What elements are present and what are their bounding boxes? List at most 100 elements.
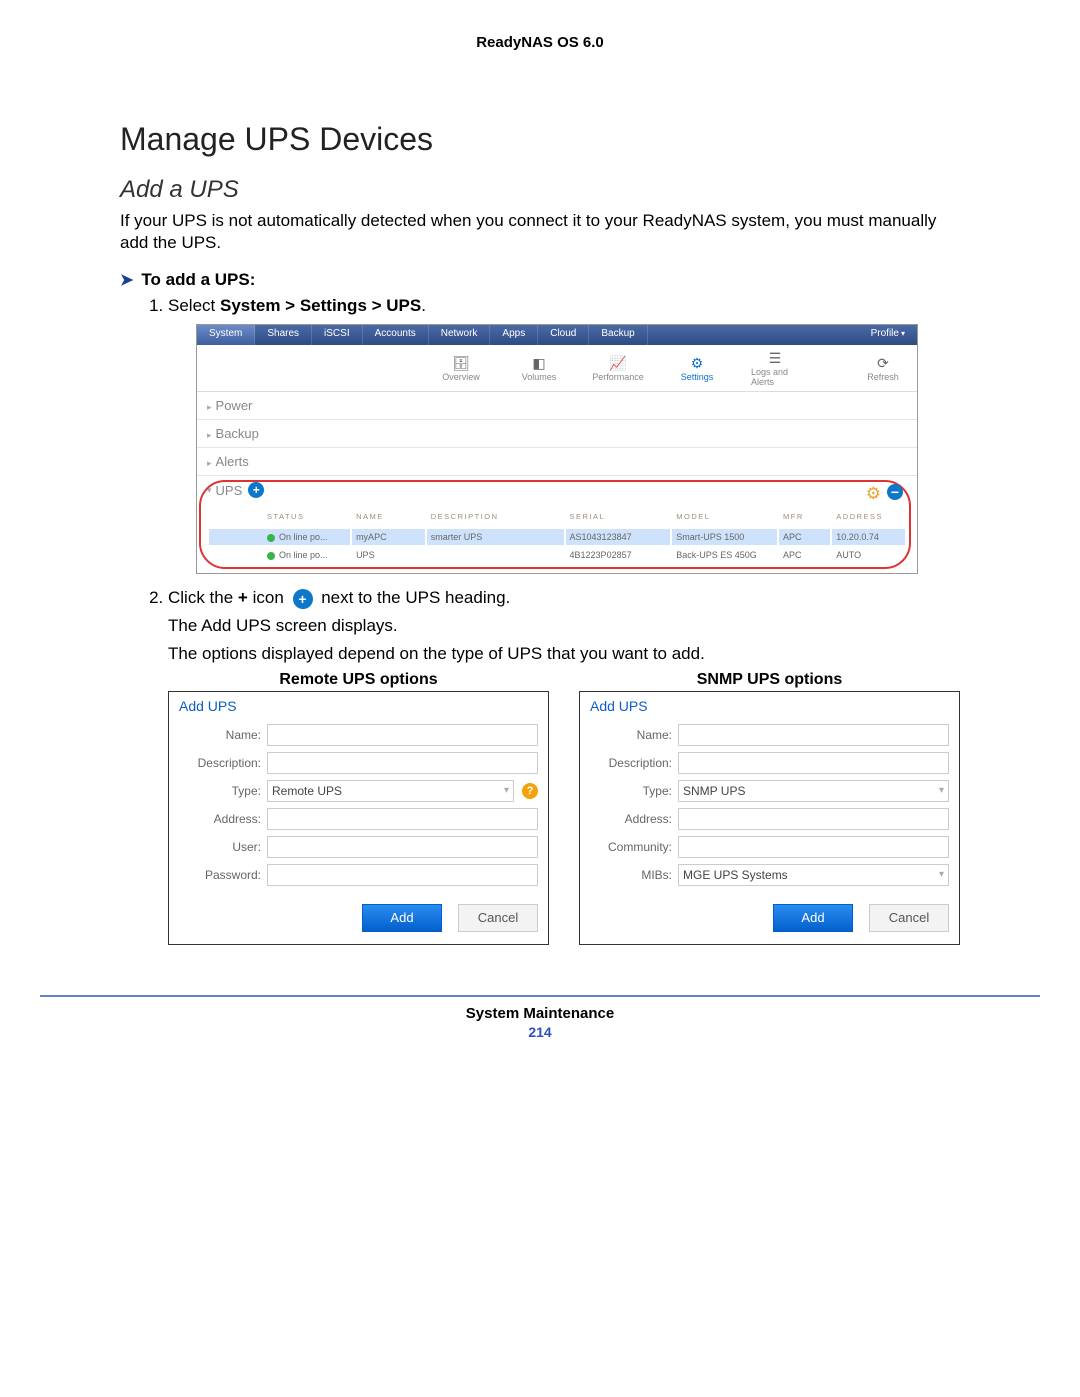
step2-d: next to the UPS heading. [317,588,511,607]
tab-network[interactable]: Network [429,325,491,345]
description-field[interactable] [267,752,538,774]
chevron-down-icon: ▾ [939,785,944,796]
step1-tail: . [421,296,426,315]
plus-icon: + [293,589,313,609]
name-field[interactable] [267,724,538,746]
profile-label: Profile [871,328,899,339]
type-select[interactable]: SNMP UPS ▾ [678,780,949,802]
iconbar-performance[interactable]: 📈Performance [593,354,643,382]
type-value: Remote UPS [272,784,342,798]
step2-a: Click the [168,588,238,607]
table-row[interactable]: On line po... myAPC smarter UPS AS104312… [209,529,905,545]
label-password: Password: [179,868,267,882]
label-type: Type: [179,784,267,798]
type-value: SNMP UPS [683,784,745,798]
cell-status: On line po... [279,550,328,560]
iconbar-volumes-label: Volumes [522,372,557,382]
ups-table: Status Name Description Serial Model Mfr… [207,508,907,565]
cancel-button[interactable]: Cancel [458,904,538,932]
tab-accounts[interactable]: Accounts [363,325,429,345]
section-power-label: Power [216,398,253,413]
iconbar-overview[interactable]: 🗄Overview [437,354,485,382]
ups-settings-icon[interactable]: ⚙ [866,484,881,504]
footer-page-number: 214 [40,1024,1040,1040]
step2-line2: The Add UPS screen displays. [168,615,960,637]
th-serial: Serial [566,510,671,527]
label-mibs: MIBs: [590,868,678,882]
cell-addr: 10.20.0.74 [832,529,905,545]
chevron-down-icon: ▾ [939,869,944,880]
collapse-icon: ▸ [207,458,212,468]
task-heading: ➤To add a UPS: [120,270,960,290]
label-name: Name: [590,728,678,742]
label-name: Name: [179,728,267,742]
section-subtitle: Add a UPS [120,176,960,204]
table-row[interactable]: On line po... UPS 4B1223P02857 Back-UPS … [209,547,905,563]
cancel-button[interactable]: Cancel [869,904,949,932]
description-field[interactable] [678,752,949,774]
collapse-icon: ▸ [207,402,212,412]
iconbar-logs[interactable]: ☰Logs and Alerts [751,349,799,387]
remote-dialog-title: Remote UPS options [168,671,549,689]
performance-icon: 📈 [608,354,628,372]
add-button[interactable]: Add [773,904,853,932]
status-dot-icon [267,552,275,560]
snmp-dialog-head: Add UPS [590,698,949,714]
step1-lead: Select [168,296,220,315]
step-2: Click the + icon + next to the UPS headi… [168,588,960,945]
iconbar-settings-label: Settings [681,372,714,382]
th-address: Address [832,510,905,527]
task-heading-text: To add a UPS: [141,270,255,289]
collapse-icon: ▸ [207,430,212,440]
address-field[interactable] [678,808,949,830]
iconbar-settings[interactable]: ⚙Settings [673,354,721,382]
label-address: Address: [590,812,678,826]
cell-model: Back-UPS ES 450G [672,547,777,563]
iconbar-volumes[interactable]: ◧Volumes [515,354,563,382]
mibs-value: MGE UPS Systems [683,868,788,882]
help-icon[interactable]: ? [522,783,538,799]
community-field[interactable] [678,836,949,858]
chevron-down-icon: ▾ [901,329,905,338]
remove-ups-button[interactable]: − [887,484,903,500]
settings-ui-screenshot: System Shares iSCSI Accounts Network App… [196,324,918,574]
section-alerts-label: Alerts [216,454,249,469]
tab-apps[interactable]: Apps [490,325,538,345]
tab-system[interactable]: System [197,325,255,345]
cell-serial: 4B1223P02857 [566,547,671,563]
tab-backup[interactable]: Backup [589,325,647,345]
step2-c: icon [248,588,289,607]
tab-profile[interactable]: Profile▾ [859,325,917,345]
section-ups-header[interactable]: ▾ UPS + [207,482,907,498]
th-desc: Description [427,510,564,527]
th-name: Name [352,510,425,527]
address-field[interactable] [267,808,538,830]
type-select[interactable]: Remote UPS▾ [267,780,514,802]
page-title: Manage UPS Devices [120,121,960,158]
step1-path: System > Settings > UPS [220,296,421,315]
tab-cloud[interactable]: Cloud [538,325,589,345]
cell-serial: AS1043123847 [566,529,671,545]
cell-name: myAPC [352,529,425,545]
gear-icon: ⚙ [687,354,707,372]
name-field[interactable] [678,724,949,746]
label-community: Community: [590,840,678,854]
footer-section: System Maintenance [40,1005,1040,1022]
section-power[interactable]: ▸ Power [197,392,917,420]
section-backup[interactable]: ▸Backup [197,420,917,448]
tab-shares[interactable]: Shares [255,325,312,345]
label-user: User: [179,840,267,854]
add-button[interactable]: Add [362,904,442,932]
mibs-select[interactable]: MGE UPS Systems ▾ [678,864,949,886]
user-field[interactable] [267,836,538,858]
cell-desc: smarter UPS [427,529,564,545]
iconbar-refresh[interactable]: ⟳Refresh [859,354,907,382]
label-desc: Description: [590,756,678,770]
password-field[interactable] [267,864,538,886]
add-ups-button[interactable]: + [248,482,264,498]
refresh-icon: ⟳ [873,354,893,372]
tab-iscsi[interactable]: iSCSI [312,325,363,345]
iconbar-overview-label: Overview [442,372,480,382]
snmp-ups-dialog: Add UPS Name: Description: Type: SNMP UP… [579,691,960,945]
section-alerts[interactable]: ▸ Alerts [197,448,917,476]
